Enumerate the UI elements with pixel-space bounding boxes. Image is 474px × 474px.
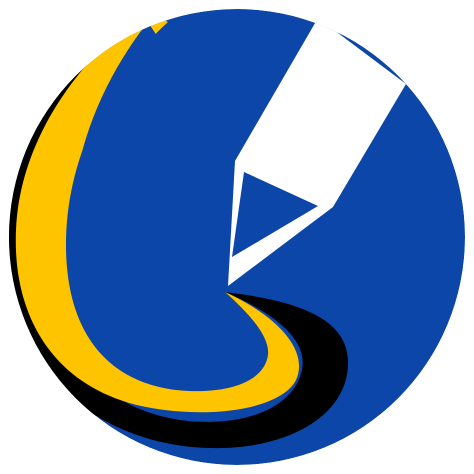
logo-circle-group	[9, 9, 465, 465]
pencil-swoosh-logo-icon	[9, 9, 465, 465]
app-logo-canvas	[0, 0, 474, 474]
